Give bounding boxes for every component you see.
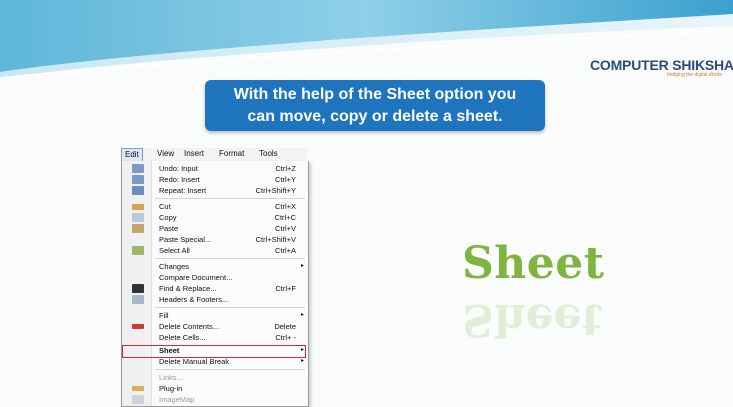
menu-item-delete-manual-break[interactable]: Delete Manual Break ▸: [122, 356, 308, 367]
callout-line-1: With the help of the Sheet option you: [233, 85, 517, 103]
menu-item-compare-document[interactable]: Compare Document...: [122, 272, 308, 283]
computer-shiksha-logo: COMPUTER SHIKSHA bridging the digital di…: [590, 57, 733, 89]
binoculars-icon: [132, 284, 144, 293]
sheet-title: Sheet: [462, 238, 605, 289]
menu-edit[interactable]: Edit: [121, 148, 143, 162]
imagemap-icon: [132, 395, 144, 404]
menu-item-redo[interactable]: Redo: Insert Ctrl+Y: [122, 174, 308, 185]
menu-item-find-replace[interactable]: Find & Replace... Ctrl+F: [122, 283, 308, 294]
header-footer-icon: [132, 295, 144, 304]
menu-item-imagemap[interactable]: ImageMap: [122, 394, 308, 405]
menu-item-delete-cells[interactable]: Delete Cells... Ctrl+ -: [122, 332, 308, 343]
delete-x-icon: [132, 324, 144, 329]
instruction-callout: With the help of the Sheet option you ca…: [205, 80, 545, 131]
redo-icon: [132, 175, 144, 184]
menu-item-undo[interactable]: Undo: Input Ctrl+Z: [122, 163, 308, 174]
plugin-icon: [132, 386, 144, 391]
copy-icon: [132, 213, 144, 222]
menu-item-repeat[interactable]: Repeat: Insert Ctrl+Shift+Y: [122, 185, 308, 196]
menubar: Edit View Insert Format Tools: [121, 148, 307, 162]
menu-item-fill[interactable]: Fill ▸: [122, 310, 308, 321]
menu-view[interactable]: View: [157, 149, 174, 158]
menu-item-plug-in[interactable]: Plug-in: [122, 383, 308, 394]
menu-item-copy[interactable]: Copy Ctrl+C: [122, 212, 308, 223]
menu-insert[interactable]: Insert: [184, 149, 204, 158]
menu-item-paste-special[interactable]: Paste Special... Ctrl+Shift+V: [122, 234, 308, 245]
edit-menu-screenshot: Edit View Insert Format Tools Undo: Inpu…: [121, 148, 309, 407]
submenu-arrow-icon: ▸: [300, 263, 304, 269]
scissors-icon: [132, 204, 144, 210]
menu-separator: [155, 198, 305, 199]
callout-line-2: can move, copy or delete a sheet.: [247, 107, 503, 125]
menu-tools[interactable]: Tools: [259, 149, 278, 158]
paste-icon: [132, 224, 144, 233]
sheet-title-reflection: Sheet: [462, 294, 603, 345]
menu-item-paste[interactable]: Paste Ctrl+V: [122, 223, 308, 234]
menu-item-cut[interactable]: Cut Ctrl+X: [122, 201, 308, 212]
menu-item-changes[interactable]: Changes ▸: [122, 261, 308, 272]
repeat-icon: [132, 186, 144, 195]
menu-separator: [155, 369, 305, 370]
menu-item-select-all[interactable]: Select All Ctrl+A: [122, 245, 308, 256]
menu-item-delete-contents[interactable]: Delete Contents... Delete: [122, 321, 308, 332]
menu-format[interactable]: Format: [219, 149, 244, 158]
undo-icon: [132, 164, 144, 173]
logo-brand: COMPUTER SHIKSHA: [590, 57, 733, 73]
menu-separator: [155, 307, 305, 308]
submenu-arrow-icon: ▸: [300, 358, 304, 364]
submenu-arrow-icon: ▸: [300, 312, 304, 318]
slide: COMPUTER SHIKSHA bridging the digital di…: [0, 0, 733, 407]
menu-item-links[interactable]: Links...: [122, 372, 308, 383]
menu-item-headers-footers[interactable]: Headers & Footers...: [122, 294, 308, 305]
select-all-icon: [132, 246, 144, 255]
menu-separator: [155, 258, 305, 259]
edit-dropdown: Undo: Input Ctrl+Z Redo: Insert Ctrl+Y R…: [121, 161, 309, 407]
